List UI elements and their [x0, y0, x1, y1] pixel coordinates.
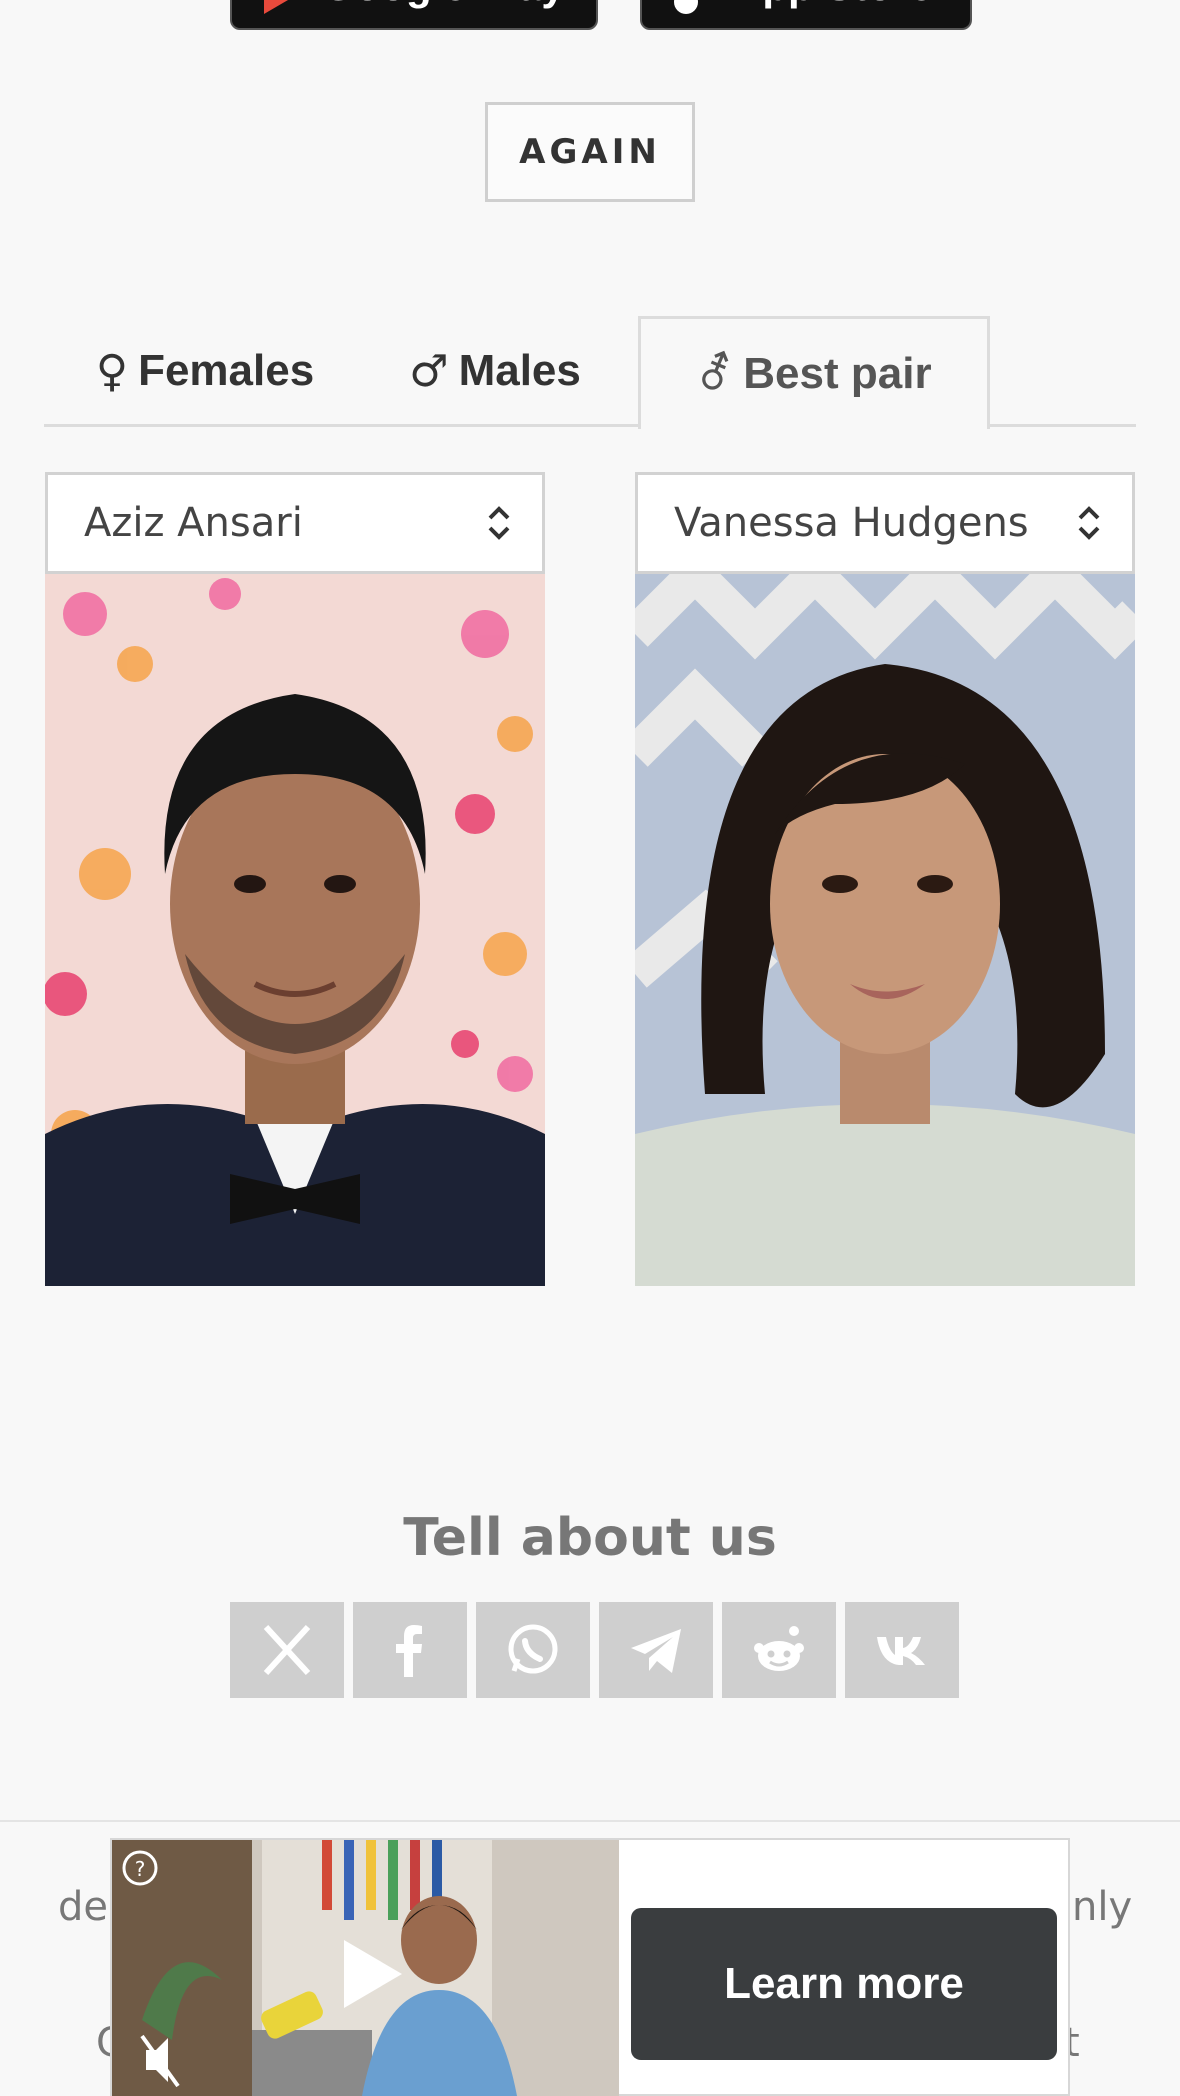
share-vk-button[interactable]: [845, 1602, 959, 1698]
female-photo: [635, 574, 1135, 1286]
x-icon: [263, 1624, 311, 1676]
pair-symbol-icon: ⚦: [696, 348, 734, 400]
tab-label: Best pair: [743, 349, 932, 398]
whatsapp-icon: [508, 1624, 558, 1674]
sort-chevron-icon: [488, 506, 510, 540]
male-select[interactable]: Aziz Ansari: [45, 472, 545, 574]
app-store-button[interactable]: App Store: [640, 0, 972, 30]
tab-best-pair[interactable]: ⚦ Best pair: [638, 316, 990, 432]
google-play-icon: [260, 0, 292, 14]
sort-chevron-icon: [1078, 506, 1100, 540]
tab-label: Males: [458, 346, 581, 395]
vk-icon: [877, 1637, 925, 1665]
tab-females[interactable]: ♀ Females: [60, 316, 350, 426]
share-telegram-button[interactable]: [599, 1602, 713, 1698]
ad-learn-more-button[interactable]: Learn more: [631, 1908, 1057, 2060]
again-button[interactable]: AGAIN: [485, 102, 695, 202]
footer-text-fragment: nly: [1072, 1884, 1133, 1930]
ad-video[interactable]: ?: [112, 1840, 619, 2096]
female-select-value: Vanessa Hudgens: [674, 500, 1029, 546]
male-select-value: Aziz Ansari: [84, 500, 303, 546]
share-whatsapp-button[interactable]: [476, 1602, 590, 1698]
facebook-icon: [396, 1625, 422, 1677]
share-x-button[interactable]: [230, 1602, 344, 1698]
telegram-icon: [631, 1629, 681, 1673]
google-play-button[interactable]: Google Play: [230, 0, 598, 30]
footer-divider: [0, 1820, 1180, 1822]
reddit-icon: [754, 1626, 804, 1671]
tab-label: Females: [138, 346, 315, 395]
share-facebook-button[interactable]: [353, 1602, 467, 1698]
apple-icon: [670, 0, 702, 14]
ad-banner[interactable]: ? Learn more: [110, 1838, 1070, 2096]
male-symbol-icon: ♂: [409, 345, 449, 397]
tab-males[interactable]: ♂ Males: [380, 316, 610, 426]
share-reddit-button[interactable]: [722, 1602, 836, 1698]
share-title: Tell about us: [403, 1508, 777, 1568]
male-photo: [45, 574, 545, 1286]
svg-text:?: ?: [135, 1857, 146, 1881]
google-play-label: Google Play: [322, 0, 565, 10]
female-symbol-icon: ♀: [95, 345, 129, 397]
footer-text-fragment: de: [58, 1884, 108, 1930]
app-store-label: App Store: [732, 0, 933, 10]
female-select[interactable]: Vanessa Hudgens: [635, 472, 1135, 574]
